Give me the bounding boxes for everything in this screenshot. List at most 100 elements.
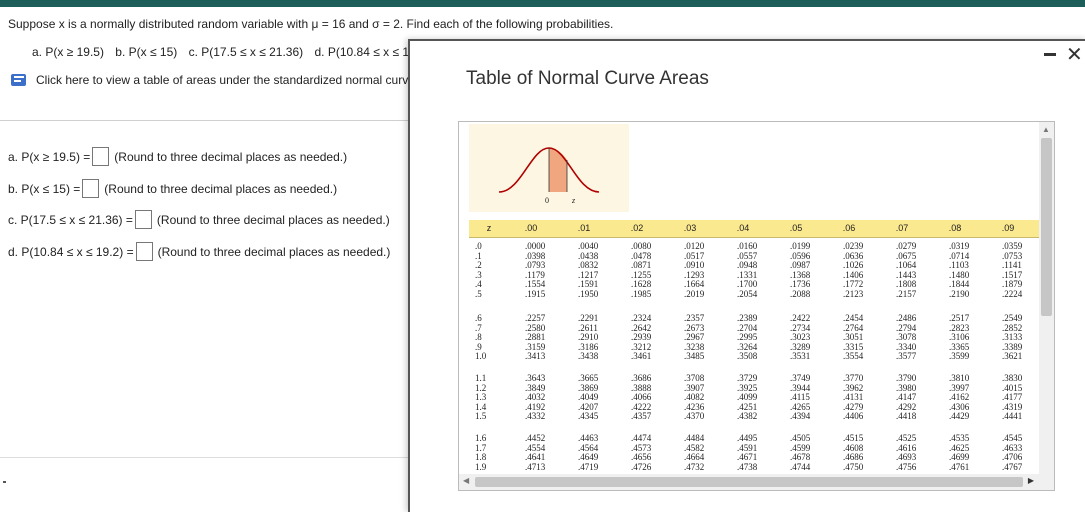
part-a: a. P(x ≥ 19.5) <box>32 45 104 59</box>
area-cell: .4750 <box>843 461 864 472</box>
area-column: .2357.2673.2967.3238.3485 <box>684 313 704 362</box>
answer-b-input[interactable] <box>82 179 100 198</box>
scroll-right-icon[interactable]: ▶ <box>1028 476 1034 485</box>
z-value: .5 <box>475 288 482 299</box>
area-column: .4525.4616.4693.4756 <box>896 433 916 472</box>
area-cell: .4429 <box>949 411 970 422</box>
help-link-text[interactable]: Click here to view a table of areas unde… <box>36 73 418 87</box>
answer-c-input[interactable] <box>134 210 152 229</box>
answer-c-label: c. P(17.5 ≤ x ≤ 21.36) = <box>8 212 133 227</box>
header-z: z <box>486 223 492 233</box>
z-value: 1.5 <box>475 411 487 422</box>
area-cell: .4719 <box>578 461 599 472</box>
area-cell: .3461 <box>631 351 652 362</box>
area-cell: .4726 <box>631 461 652 472</box>
bottom-divider <box>0 457 410 458</box>
area-column: .0199.0596.0987.1368.1736.2088 <box>790 241 811 300</box>
horizontal-scroll-thumb[interactable] <box>475 477 1023 487</box>
normal-curve-figure: 0 z <box>469 124 629 212</box>
area-cell: .4744 <box>790 461 811 472</box>
area-column: .0000.0398.0793.1179.1554.1915 <box>525 241 545 300</box>
scroll-up-icon[interactable]: ▲ <box>1042 125 1050 134</box>
area-cell: .4738 <box>737 461 758 472</box>
area-cell: .2088 <box>790 288 811 299</box>
area-column: .3749.3944.4115.4265.4394 <box>790 373 811 422</box>
z-column: .6.7.8.9 1.0 <box>475 313 487 362</box>
question-parts: a. P(x ≥ 19.5) b. P(x ≤ 15) c. P(17.5 ≤ … <box>32 45 412 59</box>
area-column: .4452.4554.4641.4713 <box>525 433 546 472</box>
horizontal-scrollbar[interactable]: ◀ ▶ <box>459 474 1054 490</box>
area-cell: .2123 <box>843 288 864 299</box>
area-cell: .2157 <box>896 288 917 299</box>
area-cell: .1985 <box>631 288 652 299</box>
header-col: .02 <box>630 223 644 233</box>
area-column: .0279.0675.1064.1443.1808.2157 <box>896 241 917 300</box>
area-column: .0120.0517.0910.1293.1664.2019 <box>684 241 705 300</box>
answer-d-hint: (Round to three decimal places as needed… <box>157 244 391 259</box>
answer-b-label: b. P(x ≤ 15) = <box>8 181 81 196</box>
area-column: .0040.0438.0832.1217.1591.1950 <box>578 241 599 300</box>
answer-a-input[interactable] <box>92 147 110 166</box>
divider <box>0 120 410 121</box>
answer-d: d. P(10.84 ≤ x ≤ 19.2) = (Round to three… <box>8 242 390 261</box>
area-column: .3665.3869.4049.4207.4345 <box>578 373 598 422</box>
shaded-area <box>549 148 567 192</box>
minimize-button[interactable] <box>1044 53 1056 56</box>
area-column: .2422.2734.3023.3289.3531 <box>790 313 810 362</box>
top-bar <box>0 0 1085 7</box>
area-cell: .4332 <box>525 411 546 422</box>
dialog-title: Table of Normal Curve Areas <box>466 68 709 89</box>
area-column: .4484.4582.4664.4732 <box>684 433 704 472</box>
answer-b-hint: (Round to three decimal places as needed… <box>104 181 338 196</box>
table-viewport: 0 z z .00 .01 .02 .03 .04 .05 .06 .07 .0… <box>458 121 1055 491</box>
page-mark <box>3 481 6 483</box>
close-button[interactable]: ✕ <box>1066 45 1083 65</box>
area-column: .3790.3980.4147.4292.4418 <box>896 373 916 422</box>
scroll-left-icon[interactable]: ◀ <box>463 476 469 485</box>
area-cell: .4394 <box>790 411 811 422</box>
answer-a: a. P(x ≥ 19.5) = (Round to three decimal… <box>8 147 347 166</box>
help-link[interactable]: Click here to view a table of areas unde… <box>10 72 418 88</box>
area-cell: .2019 <box>684 288 705 299</box>
area-cell: .4713 <box>525 461 546 472</box>
area-column: .0319.0714.1103.1480.1844.2190 <box>949 241 969 300</box>
header-col: .05 <box>789 223 803 233</box>
area-column: .4463.4564.4649.4719 <box>578 433 599 472</box>
area-column: .4545.4633.4706.4767 <box>1002 433 1023 472</box>
area-column: .4515.4608.4686.4750 <box>843 433 864 472</box>
area-cell: .4441 <box>1002 411 1023 422</box>
answer-d-input[interactable] <box>135 242 153 261</box>
area-column: .4495.4591.4671.4738 <box>737 433 758 472</box>
book-icon <box>11 74 26 86</box>
area-column: .3729.3925.4099.4251.4382 <box>737 373 757 422</box>
area-column: .4535.4625.4699.4761 <box>949 433 969 472</box>
area-column: .3643.3849.4032.4192.4332 <box>525 373 546 422</box>
area-cell: .1950 <box>578 288 599 299</box>
area-cell: .2224 <box>1002 288 1023 299</box>
vertical-scrollbar[interactable]: ▲ <box>1039 122 1054 474</box>
area-column: .0359.0753.1141.1517.1879.2224 <box>1002 241 1023 300</box>
answer-a-hint: (Round to three decimal places as needed… <box>114 149 348 164</box>
z-column: .0.1.2.3.4.5 <box>475 241 482 300</box>
area-cell: .4767 <box>1002 461 1023 472</box>
table-header-row: z .00 .01 .02 .03 .04 .05 .06 .07 .08 .0… <box>469 220 1039 238</box>
z-column: 1.1 1.2 1.3 1.4 1.5 <box>475 373 487 422</box>
header-col: .01 <box>577 223 591 233</box>
area-cell: .3413 <box>525 351 546 362</box>
header-col: .03 <box>683 223 697 233</box>
answer-a-label: a. P(x ≥ 19.5) = <box>8 149 91 164</box>
header-col: .08 <box>948 223 962 233</box>
curve-z-label: z <box>572 196 576 205</box>
area-column: .2486.2794.3078.3340.3577 <box>896 313 916 362</box>
area-column: .2549.2852.3133.3389.3621 <box>1002 313 1022 362</box>
area-column: .2389.2704.2995.3264.3508 <box>737 313 757 362</box>
header-col: .04 <box>736 223 750 233</box>
vertical-scroll-thumb[interactable] <box>1041 138 1052 316</box>
area-cell: .2054 <box>737 288 758 299</box>
area-column: .3810.3997.4162.4306.4429 <box>949 373 970 422</box>
answer-d-label: d. P(10.84 ≤ x ≤ 19.2) = <box>8 244 134 259</box>
area-column: .2257.2580.2881.3159.3413 <box>525 313 546 362</box>
area-cell: .4406 <box>843 411 864 422</box>
z-value: 1.0 <box>475 351 487 362</box>
area-column: .2517.2823.3106.3365.3599 <box>949 313 969 362</box>
